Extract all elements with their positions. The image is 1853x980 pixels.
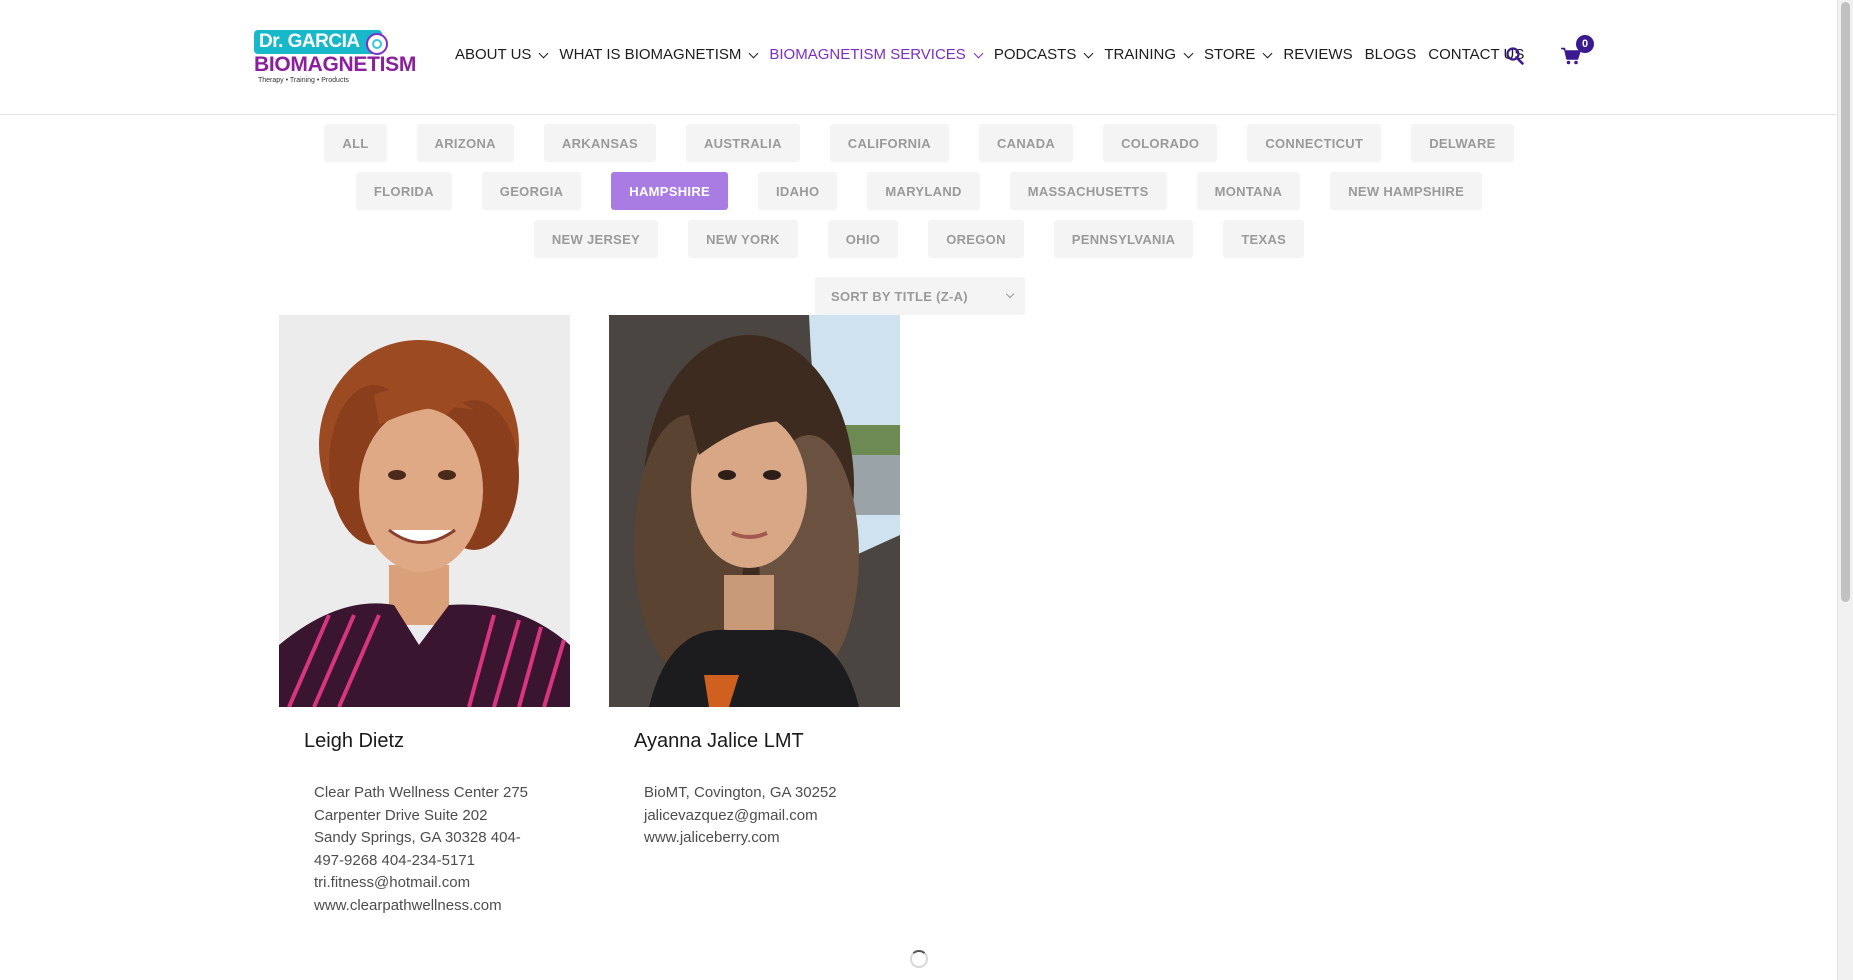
logo-swirl-icon xyxy=(366,33,388,55)
chevron-down-icon xyxy=(1183,48,1194,58)
logo-top-text: Dr. GARCIA xyxy=(254,30,382,54)
chevron-down-icon xyxy=(1262,48,1273,58)
chevron-down-icon xyxy=(1005,289,1015,299)
chevron-down-icon xyxy=(973,48,984,58)
nav-item-blogs[interactable]: BLOGS xyxy=(1365,46,1417,63)
chevron-down-icon xyxy=(1083,48,1094,58)
loading-spinner-icon xyxy=(910,950,928,968)
cart-count-badge: 0 xyxy=(1576,35,1594,53)
filter-new-york[interactable]: NEW YORK xyxy=(688,220,798,258)
filter-texas[interactable]: TEXAS xyxy=(1223,220,1305,258)
main-navigation: ABOUT US WHAT IS BIOMAGNETISM BIOMAGNETISM… xyxy=(455,46,1536,63)
filter-georgia[interactable]: GEORGIA xyxy=(481,172,582,210)
site-header: Dr. GARCIA BIOMAGNETISM Therapy • Traini… xyxy=(0,0,1838,115)
practitioner-info: BioMT, Covington, GA 30252 jalicevazquez… xyxy=(644,782,869,850)
practitioner-card[interactable]: Leigh Dietz Clear Path Wellness Center 2… xyxy=(279,315,570,914)
portrait-image xyxy=(609,315,900,707)
nav-item-training[interactable]: TRAINING xyxy=(1104,46,1194,63)
practitioner-info: Clear Path Wellness Center 275 Carpenter… xyxy=(314,782,539,917)
practitioner-card[interactable]: Ayanna Jalice LMT BioMT, Covington, GA 3… xyxy=(609,315,900,846)
nav-item-label: BIOMAGNETISM SERVICES xyxy=(769,46,966,63)
practitioner-photo xyxy=(279,315,570,707)
filter-hampshire[interactable]: HAMPSHIRE xyxy=(611,172,729,210)
info-line: Sandy Springs, GA 30328 404- xyxy=(314,829,521,846)
info-line: 497-9268 404-234-5171 xyxy=(314,851,475,869)
logo-tagline: Therapy • Training • Products xyxy=(258,77,349,84)
portrait-image xyxy=(279,315,570,707)
practitioner-name[interactable]: Leigh Dietz xyxy=(304,730,404,753)
filter-montana[interactable]: MONTANA xyxy=(1196,172,1301,210)
filter-massachusetts[interactable]: MASSACHUSETTS xyxy=(1009,172,1167,210)
filter-connecticut[interactable]: CONNECTICUT xyxy=(1247,124,1382,162)
filter-california[interactable]: CALIFORNIA xyxy=(829,124,949,162)
email-link[interactable]: jalicevazquez@gmail.com xyxy=(644,805,869,828)
filter-oregon[interactable]: OREGON xyxy=(928,220,1024,258)
filter-new-jersey[interactable]: NEW JERSEY xyxy=(533,220,659,258)
filter-canada[interactable]: CANADA xyxy=(978,124,1074,162)
nav-item-label: STORE xyxy=(1204,46,1256,63)
website-link[interactable]: www.jaliceberry.com xyxy=(644,827,869,850)
chevron-down-icon xyxy=(748,48,759,58)
practitioner-name[interactable]: Ayanna Jalice LMT xyxy=(634,730,804,753)
practitioner-photo xyxy=(609,315,900,707)
scrollbar-thumb[interactable] xyxy=(1841,2,1850,602)
filter-idaho[interactable]: IDAHO xyxy=(758,172,838,210)
filter-colorado[interactable]: COLORADO xyxy=(1103,124,1218,162)
filter-arizona[interactable]: ARIZONA xyxy=(416,124,514,162)
nav-item-store[interactable]: STORE xyxy=(1204,46,1273,63)
nav-item-biomagnetism-services[interactable]: BIOMAGNETISM SERVICES xyxy=(769,46,984,63)
nav-item-label: WHAT IS BIOMAGNETISM xyxy=(559,46,742,63)
filter-maryland[interactable]: MARYLAND xyxy=(867,172,980,210)
filter-ohio[interactable]: OHIO xyxy=(827,220,899,258)
filter-florida[interactable]: FLORIDA xyxy=(355,172,452,210)
nav-item-label: REVIEWS xyxy=(1283,46,1353,63)
sort-label: SORT BY TITLE (Z-A) xyxy=(831,288,968,304)
nav-item-reviews[interactable]: REVIEWS xyxy=(1283,46,1352,63)
filter-all[interactable]: ALL xyxy=(324,124,387,162)
website-link[interactable]: www.clearpathwellness.com xyxy=(314,895,539,918)
filter-row: FLORIDA GEORGIA HAMPSHIRE IDAHO MARYLAND MASS… xyxy=(0,172,1838,210)
filter-arkansas[interactable]: ARKANSAS xyxy=(543,124,656,162)
nav-item-podcasts[interactable]: PODCASTS xyxy=(993,46,1094,63)
nav-item-label: ABOUT US xyxy=(455,46,532,63)
page-scrollbar[interactable] xyxy=(1837,0,1853,980)
logo-main-text: BIOMAGNETISM xyxy=(254,53,417,76)
nav-item-label: TRAINING xyxy=(1104,46,1176,63)
email-link[interactable]: tri.fitness@hotmail.com xyxy=(314,872,539,895)
chevron-down-icon xyxy=(538,48,549,58)
info-line: Carpenter Drive Suite 202 xyxy=(314,806,488,824)
info-line: BioMT, Covington, GA 30252 xyxy=(644,784,837,801)
filter-row: ALL ARIZONA ARKANSAS AUSTRALIA CALIFORNIA CAN… xyxy=(0,124,1838,162)
site-logo[interactable]: Dr. GARCIA BIOMAGNETISM Therapy • Traini… xyxy=(254,30,417,84)
nav-item-what-is-biomagnetism[interactable]: WHAT IS BIOMAGNETISM xyxy=(559,46,759,63)
nav-item-about-us[interactable]: ABOUT US xyxy=(455,46,549,63)
filter-pennsylvania[interactable]: PENNSYLVANIA xyxy=(1053,220,1194,258)
filter-new-hampshire[interactable]: NEW HAMPSHIRE xyxy=(1330,172,1483,210)
filter-row: NEW JERSEY NEW YORK OHIO OREGON PENNSYLVANIA… xyxy=(0,220,1838,258)
nav-item-label: BLOGS xyxy=(1364,46,1417,63)
sort-dropdown[interactable]: SORT BY TITLE (Z-A) xyxy=(815,277,1025,315)
search-icon[interactable] xyxy=(1505,46,1525,66)
filter-delware[interactable]: DELWARE xyxy=(1411,124,1514,162)
info-line: Clear Path Wellness Center 275 xyxy=(314,784,528,801)
filter-australia[interactable]: AUSTRALIA xyxy=(685,124,800,162)
nav-item-label: PODCASTS xyxy=(993,46,1077,63)
